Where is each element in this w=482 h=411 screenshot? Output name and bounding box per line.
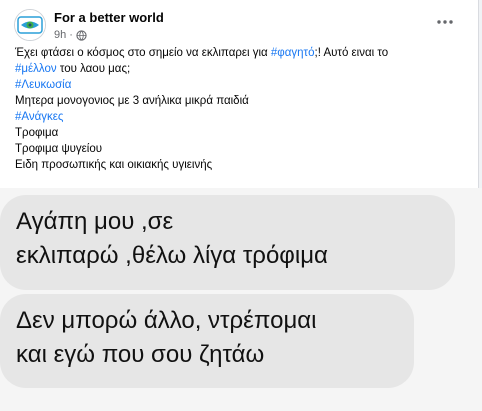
message-line: εκλιπαρώ ,θέλω λίγα τρόφιμα	[16, 242, 328, 269]
message-line: και εγώ που σου ζητάω	[16, 341, 265, 368]
page-avatar[interactable]	[14, 9, 46, 41]
post-time[interactable]: 9h	[54, 29, 66, 41]
post-meta: 9h ·	[54, 29, 87, 41]
post-card: For a better world 9h · Έχει φτάσει ο κό…	[0, 0, 479, 188]
post-text-span: του λαου μας;	[56, 63, 131, 75]
message-line: Αγάπη μου ,σε	[16, 208, 174, 235]
post-text-line: #Ανάγκες	[15, 109, 468, 125]
post-text-line: #Λευκωσία	[15, 77, 468, 93]
message-line: Δεν μπορώ άλλο, ντρέπομαι	[16, 307, 317, 334]
post-text-line: Μητερα μονογονιος με 3 ανήλικα μικρά παι…	[15, 93, 468, 109]
post-text-line: Τροφιμα ψυγείου	[15, 141, 468, 157]
post-text-span: ;! Αυτό ειναι το	[314, 47, 389, 59]
eye-logo-icon	[15, 10, 45, 40]
post-text: Έχει φτάσει ο κόσμος στο σημείο να εκλιπ…	[15, 45, 468, 173]
globe-icon[interactable]	[76, 29, 87, 41]
ellipsis-icon	[437, 20, 453, 24]
message-bubble: Δεν μπορώ άλλο, ντρέπομαι και εγώ που σο…	[0, 294, 414, 388]
hashtag-link[interactable]: #Λευκωσία	[15, 79, 71, 91]
more-options-button[interactable]	[434, 12, 456, 32]
hashtag-link[interactable]: #φαγητό	[271, 47, 315, 59]
post-text-span: Τροφιμα	[15, 127, 59, 139]
page-name[interactable]: For a better world	[54, 10, 164, 25]
post-text-line: Τροφιμα	[15, 125, 468, 141]
post-text-line: Ειδη προσωπικής και οικιακής υγιεινής	[15, 157, 468, 173]
post-text-span: Μητερα μονογονιος με 3 ανήλικα μικρά παι…	[15, 95, 249, 107]
post-text-line: #μέλλον του λαου μας;	[15, 61, 468, 77]
hashtag-link[interactable]: #μέλλον	[15, 63, 57, 75]
post-text-line: Έχει φτάσει ο κόσμος στο σημείο να εκλιπ…	[15, 45, 468, 61]
meta-separator: ·	[69, 29, 73, 41]
post-text-span: Έχει φτάσει ο κόσμος στο σημείο να εκλιπ…	[15, 47, 271, 59]
post-text-span: Ειδη προσωπικής και οικιακής υγιεινής	[15, 159, 213, 171]
hashtag-link[interactable]: #Ανάγκες	[15, 111, 63, 123]
post-text-span: Τροφιμα ψυγείου	[15, 143, 103, 155]
message-bubble: Αγάπη μου ,σε εκλιπαρώ ,θέλω λίγα τρόφιμ…	[0, 195, 455, 290]
message-screenshot: Αγάπη μου ,σε εκλιπαρώ ,θέλω λίγα τρόφιμ…	[0, 188, 482, 411]
